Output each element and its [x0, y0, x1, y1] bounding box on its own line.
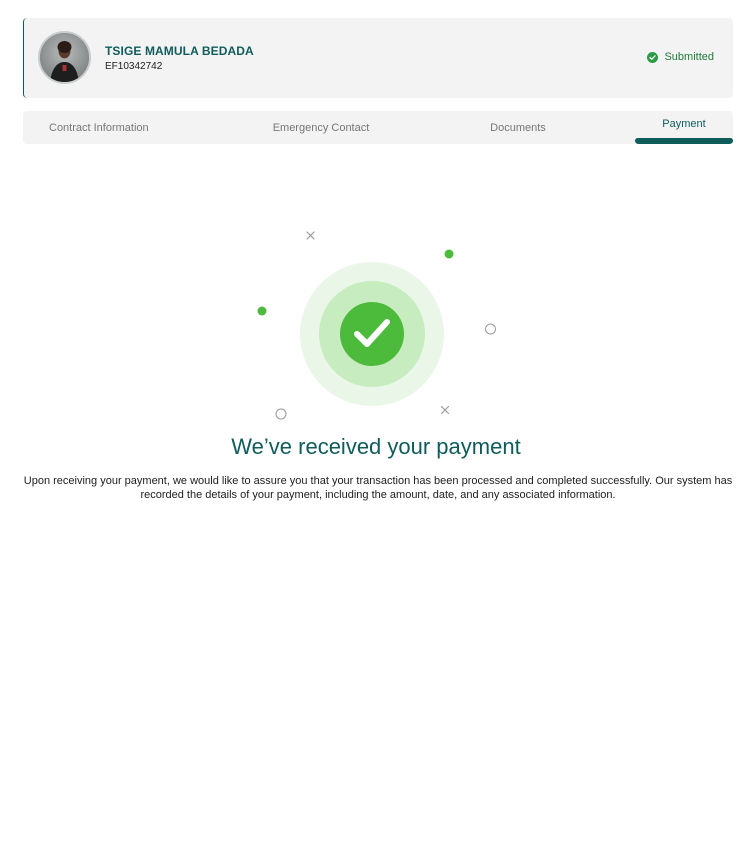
- tab-payment[interactable]: Payment: [635, 111, 733, 144]
- status-label: Submitted: [664, 51, 714, 63]
- tab-documents[interactable]: Documents: [401, 111, 635, 144]
- confetti-ring: [275, 408, 287, 420]
- employee-name: TSIGE MAMULA BEDADA: [105, 44, 254, 58]
- tab-emergency-contact[interactable]: Emergency Contact: [241, 111, 401, 144]
- profile-card: TSIGE MAMULA BEDADA EF10342742 Submitted: [23, 18, 733, 98]
- avatar: [38, 31, 91, 84]
- confetti-dot: [444, 249, 454, 259]
- status-badge: Submitted: [647, 51, 714, 63]
- payment-success-description: Upon receiving your payment, we would li…: [23, 475, 733, 501]
- outer-ring: [300, 262, 444, 406]
- confetti-dot: [257, 306, 267, 316]
- tab-contract-information[interactable]: Contract Information: [23, 111, 241, 144]
- confetti-cross: [306, 231, 315, 240]
- employee-id: EF10342742: [105, 61, 163, 72]
- payment-success-title: We’ve received your payment: [231, 434, 521, 459]
- confetti-cross: [440, 405, 450, 415]
- check-circle-icon: [647, 51, 659, 63]
- tab-bar: Contract Information Emergency Contact D…: [23, 111, 733, 144]
- confetti-ring: [485, 323, 496, 335]
- success-check-icon: [340, 302, 404, 366]
- middle-ring: [319, 281, 425, 387]
